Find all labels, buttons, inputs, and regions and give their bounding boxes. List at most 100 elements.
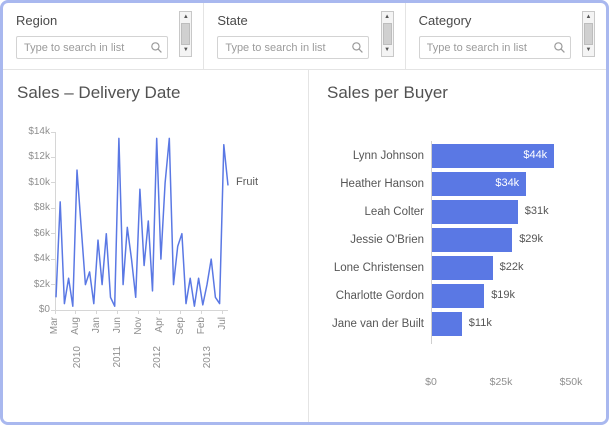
bar-row: Jane van der Built$11k — [323, 312, 596, 336]
x-tick — [138, 310, 139, 314]
x-axis-year-label: 2012 — [152, 346, 163, 368]
sales-bar[interactable] — [431, 284, 484, 308]
x-axis-year-label: 2011 — [112, 346, 123, 368]
y-axis-label: $2k — [5, 279, 50, 290]
scroll-thumb[interactable] — [181, 23, 190, 45]
filter-category-label: Category — [419, 13, 593, 28]
y-axis-label: $10k — [5, 177, 50, 188]
filter-state: State ▲ ▼ — [203, 3, 404, 69]
filter-row: Region ▲ ▼ State ▲ — [3, 3, 606, 70]
search-icon[interactable] — [553, 41, 566, 54]
bar-axis: $0$25k$50k — [431, 376, 572, 390]
bar-rows: Lynn Johnson$44k Heather Hanson$34k Leah C… — [323, 144, 596, 340]
bar-row: Lynn Johnson$44k — [323, 144, 596, 168]
search-icon[interactable] — [150, 41, 163, 54]
search-icon[interactable] — [351, 41, 364, 54]
x-axis-month-label: Sep — [175, 317, 186, 335]
charts-row: Sales – Delivery Date Fruit $0 $2k $4k $6k $… — [3, 70, 606, 422]
bar-area: $44k — [431, 144, 596, 168]
bar-value-label: $31k — [525, 205, 549, 217]
sales-bar[interactable] — [431, 200, 518, 224]
bar-row: Heather Hanson$34k — [323, 172, 596, 196]
bar-value-label: $34k — [431, 177, 519, 189]
bar-value-label: $44k — [431, 149, 547, 161]
y-axis-label: $14k — [5, 126, 50, 137]
bar-area: $34k — [431, 172, 596, 196]
buyer-name: Charlotte Gordon — [323, 290, 431, 302]
state-search-input[interactable] — [217, 36, 369, 59]
bar-value-label: $19k — [491, 289, 515, 301]
x-tick — [96, 310, 97, 314]
bar-row: Charlotte Gordon $19k — [323, 284, 596, 308]
filter-state-search — [217, 36, 369, 59]
filter-region-search — [16, 36, 168, 59]
bar-area: $22k — [431, 256, 596, 280]
bar-row: Jessie O'Brien $29k — [323, 228, 596, 252]
filter-category-search — [419, 36, 571, 59]
dashboard: Region ▲ ▼ State ▲ — [0, 0, 609, 425]
scroll-down-icon[interactable]: ▼ — [180, 45, 191, 56]
x-axis-month-label: Jan — [91, 317, 102, 333]
bar-axis-line — [431, 141, 432, 344]
x-axis-year-label: 2013 — [202, 346, 213, 368]
sales-bar[interactable] — [431, 228, 512, 252]
x-axis-month-label: Aug — [70, 317, 81, 335]
filter-region: Region ▲ ▼ — [3, 3, 203, 69]
legend-fruit[interactable]: Fruit — [236, 176, 258, 188]
x-tick — [75, 310, 76, 314]
category-search-input[interactable] — [419, 36, 571, 59]
buyer-name: Lynn Johnson — [323, 150, 431, 162]
y-tick — [51, 284, 55, 285]
x-axis-month-label: Nov — [133, 317, 144, 335]
scroll-thumb[interactable] — [584, 23, 593, 45]
bar-row: Lone Christensen $22k — [323, 256, 596, 280]
bar-row: Leah Colter $31k — [323, 200, 596, 224]
scroll-thumb[interactable] — [383, 23, 392, 45]
y-axis-label: $6k — [5, 228, 50, 239]
buyer-name: Leah Colter — [323, 206, 431, 218]
scroll-up-icon[interactable]: ▲ — [382, 12, 393, 23]
x-axis-year-label: 2010 — [72, 346, 83, 368]
state-scrollbar[interactable]: ▲ ▼ — [381, 11, 394, 57]
buyer-name: Jessie O'Brien — [323, 234, 431, 246]
y-tick — [51, 233, 55, 234]
x-axis-month-label: Jul — [217, 317, 228, 330]
line-chart-title: Sales – Delivery Date — [17, 83, 180, 103]
scroll-up-icon[interactable]: ▲ — [180, 12, 191, 23]
y-tick — [51, 208, 55, 209]
y-axis-label: $0 — [5, 304, 50, 315]
line-chart-svg — [56, 132, 228, 310]
filter-region-label: Region — [16, 13, 190, 28]
region-search-input[interactable] — [16, 36, 168, 59]
bar-axis-label: $50k — [560, 376, 583, 388]
scroll-down-icon[interactable]: ▼ — [583, 45, 594, 56]
buyer-name: Heather Hanson — [323, 178, 431, 190]
sales-bar[interactable] — [431, 256, 493, 280]
bar-value-label: $29k — [519, 233, 543, 245]
line-chart-plot[interactable] — [55, 132, 228, 311]
sales-line — [56, 138, 228, 306]
y-tick — [51, 182, 55, 183]
bar-area: $29k — [431, 228, 596, 252]
x-axis-month-label: Apr — [154, 317, 165, 333]
x-axis-month-label: Feb — [196, 317, 207, 334]
y-tick — [51, 259, 55, 260]
region-scrollbar[interactable]: ▲ ▼ — [179, 11, 192, 57]
filter-category: Category ▲ ▼ — [405, 3, 606, 69]
bar-axis-label: $25k — [490, 376, 513, 388]
category-scrollbar[interactable]: ▲ ▼ — [582, 11, 595, 57]
scroll-down-icon[interactable]: ▼ — [382, 45, 393, 56]
y-axis-label: $8k — [5, 202, 50, 213]
bar-value-label: $11k — [469, 317, 492, 329]
buyer-name: Lone Christensen — [323, 262, 431, 274]
x-tick — [55, 310, 56, 314]
bar-value-label: $22k — [500, 261, 524, 273]
x-tick — [180, 310, 181, 314]
x-tick — [117, 310, 118, 314]
y-tick — [51, 132, 55, 133]
x-axis-month-label: Jun — [112, 317, 123, 333]
scroll-up-icon[interactable]: ▲ — [583, 12, 594, 23]
bar-area: $11k — [431, 312, 596, 336]
sales-bar[interactable] — [431, 312, 462, 336]
y-axis-label: $4k — [5, 253, 50, 264]
